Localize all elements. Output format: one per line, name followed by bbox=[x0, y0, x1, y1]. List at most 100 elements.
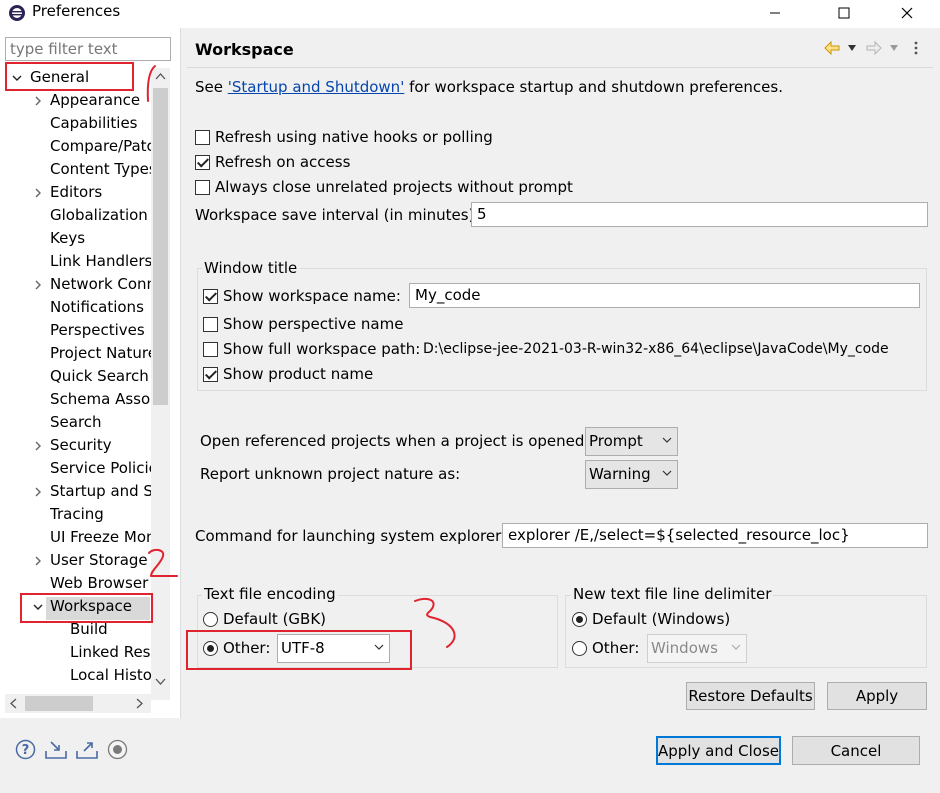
show-full-path-checkbox[interactable] bbox=[203, 341, 218, 357]
option-refresh-native[interactable]: Refresh using native hooks or polling bbox=[195, 128, 493, 146]
encoding-default-radio[interactable] bbox=[203, 611, 218, 627]
help-icon[interactable]: ? bbox=[15, 739, 36, 760]
chevron-right-icon[interactable] bbox=[33, 188, 43, 198]
cancel-button[interactable]: Cancel bbox=[792, 736, 920, 765]
tree-item[interactable]: Perspectives bbox=[0, 319, 151, 342]
tree-item[interactable]: Globalization bbox=[0, 204, 151, 227]
delimiter-value: Windows bbox=[651, 639, 718, 657]
tree-item[interactable]: Web Browser bbox=[0, 572, 151, 595]
option-refresh-access[interactable]: Refresh on access bbox=[195, 153, 350, 171]
option-show-product-name[interactable]: Show product name bbox=[203, 365, 373, 383]
delimiter-other-radio[interactable] bbox=[572, 640, 587, 656]
apply-button[interactable]: Apply bbox=[827, 682, 927, 710]
tree-item[interactable]: Search bbox=[0, 411, 151, 434]
delimiter-default-radio[interactable] bbox=[572, 611, 587, 627]
option-close-unrelated[interactable]: Always close unrelated projects without … bbox=[195, 178, 573, 196]
annotation-number-1: 1 bbox=[146, 65, 156, 102]
tree-item[interactable]: Quick Search bbox=[0, 365, 151, 388]
tree-item[interactable]: Startup and Shutdown bbox=[0, 480, 151, 503]
import-preferences-icon[interactable] bbox=[44, 739, 68, 760]
refresh-access-checkbox[interactable] bbox=[195, 154, 210, 170]
show-product-name-label: Show product name bbox=[223, 365, 374, 383]
option-show-perspective-name[interactable]: Show perspective name bbox=[203, 315, 403, 333]
back-menu-chevron-icon[interactable] bbox=[847, 44, 857, 52]
option-show-workspace-name[interactable]: Show workspace name: bbox=[203, 287, 401, 305]
tree-item-label: UI Freeze Monitoring bbox=[50, 528, 151, 546]
highlight-general bbox=[5, 62, 134, 91]
option-show-full-path[interactable]: Show full workspace path: bbox=[203, 340, 420, 358]
refresh-native-label: Refresh using native hooks or polling bbox=[215, 128, 493, 146]
tree-item-label: Linked Resources bbox=[70, 643, 151, 661]
show-perspective-name-checkbox[interactable] bbox=[203, 316, 218, 332]
tree-item[interactable]: Keys bbox=[0, 227, 151, 250]
report-unknown-select[interactable]: Warning bbox=[585, 460, 678, 489]
scroll-right-icon[interactable] bbox=[134, 698, 144, 709]
restore-defaults-button[interactable]: Restore Defaults bbox=[686, 682, 815, 710]
page-title: Workspace bbox=[195, 40, 294, 59]
export-preferences-icon[interactable] bbox=[75, 739, 99, 760]
tree-item[interactable]: Local History bbox=[0, 664, 151, 687]
tree-item[interactable]: Security bbox=[0, 434, 151, 457]
tree-horizontal-scrollbar-thumb[interactable] bbox=[25, 696, 93, 711]
maximize-button[interactable] bbox=[821, 0, 867, 26]
chevron-down-icon bbox=[662, 437, 672, 443]
show-workspace-name-label: Show workspace name: bbox=[223, 287, 401, 305]
tree-item[interactable]: Content Types bbox=[0, 158, 151, 181]
show-product-name-checkbox[interactable] bbox=[203, 366, 218, 382]
chevron-right-icon[interactable] bbox=[33, 96, 43, 106]
show-workspace-name-checkbox[interactable] bbox=[203, 288, 218, 304]
command-input[interactable]: explorer /E,/select=${selected_resource_… bbox=[502, 523, 928, 548]
tree-item[interactable]: User Storage bbox=[0, 549, 151, 572]
tree-item[interactable]: Compare/Patch bbox=[0, 135, 151, 158]
close-unrelated-label: Always close unrelated projects without … bbox=[215, 178, 573, 196]
tree-item[interactable]: Tracing bbox=[0, 503, 151, 526]
chevron-right-icon[interactable] bbox=[33, 556, 43, 566]
view-menu-icon[interactable] bbox=[913, 40, 919, 56]
back-arrow-icon[interactable] bbox=[824, 41, 840, 55]
tree-item[interactable]: Network Connections bbox=[0, 273, 151, 296]
tree-item[interactable]: Service Policies bbox=[0, 457, 151, 480]
filter-input[interactable] bbox=[5, 37, 171, 61]
tree-vertical-scrollbar-thumb[interactable] bbox=[153, 88, 168, 405]
tree-item[interactable]: Project Natures bbox=[0, 342, 151, 365]
chevron-right-icon[interactable] bbox=[33, 441, 43, 451]
apply-and-close-button[interactable]: Apply and Close bbox=[656, 736, 781, 765]
chevron-right-icon[interactable] bbox=[33, 280, 43, 290]
tree-item-label: Appearance bbox=[50, 91, 141, 109]
tree-item-label: Project Natures bbox=[50, 344, 151, 362]
workspace-name-input[interactable]: My_code bbox=[409, 283, 920, 308]
tree-item-label: Local History bbox=[70, 666, 151, 684]
refresh-access-label: Refresh on access bbox=[215, 153, 351, 171]
refresh-native-checkbox[interactable] bbox=[195, 129, 210, 145]
tree-item[interactable]: Schema Associations bbox=[0, 388, 151, 411]
tree-item[interactable]: Capabilities bbox=[0, 112, 151, 135]
full-workspace-path-value: D:\eclipse-jee-2021-03-R-win32-x86_64\ec… bbox=[423, 341, 889, 357]
tree-item[interactable]: Appearance bbox=[0, 89, 151, 112]
delimiter-other-option[interactable]: Other: bbox=[572, 639, 639, 657]
tree-item[interactable]: Linked Resources bbox=[0, 641, 151, 664]
tree-item-label: Security bbox=[50, 436, 112, 454]
tree-item[interactable]: Notifications bbox=[0, 296, 151, 319]
startup-shutdown-link[interactable]: 'Startup and Shutdown' bbox=[228, 78, 405, 96]
save-interval-input[interactable]: 5 bbox=[471, 202, 928, 227]
tree-item[interactable]: Editors bbox=[0, 181, 151, 204]
report-unknown-label: Report unknown project nature as: bbox=[200, 465, 461, 483]
open-referenced-select[interactable]: Prompt bbox=[585, 427, 678, 456]
minimize-button[interactable] bbox=[752, 0, 798, 26]
title-bar bbox=[0, 0, 940, 28]
tree-item[interactable]: UI Freeze Monitoring bbox=[0, 526, 151, 549]
delimiter-default-option[interactable]: Default (Windows) bbox=[572, 610, 730, 628]
tree-item-label: Perspectives bbox=[50, 321, 145, 339]
minimize-icon bbox=[770, 12, 780, 14]
chevron-right-icon[interactable] bbox=[33, 487, 43, 497]
record-icon[interactable] bbox=[107, 739, 128, 760]
scroll-down-icon[interactable] bbox=[155, 676, 166, 686]
tree-item[interactable]: Link Handlers bbox=[0, 250, 151, 273]
close-unrelated-checkbox[interactable] bbox=[195, 179, 210, 195]
tree-item-label: Notifications bbox=[50, 298, 144, 316]
scroll-left-icon[interactable] bbox=[9, 698, 19, 709]
tree-item-label: Globalization bbox=[50, 206, 148, 224]
tree-item-label: Network Connections bbox=[50, 275, 151, 293]
encoding-default-option[interactable]: Default (GBK) bbox=[203, 610, 326, 628]
close-window-button[interactable] bbox=[884, 0, 930, 26]
